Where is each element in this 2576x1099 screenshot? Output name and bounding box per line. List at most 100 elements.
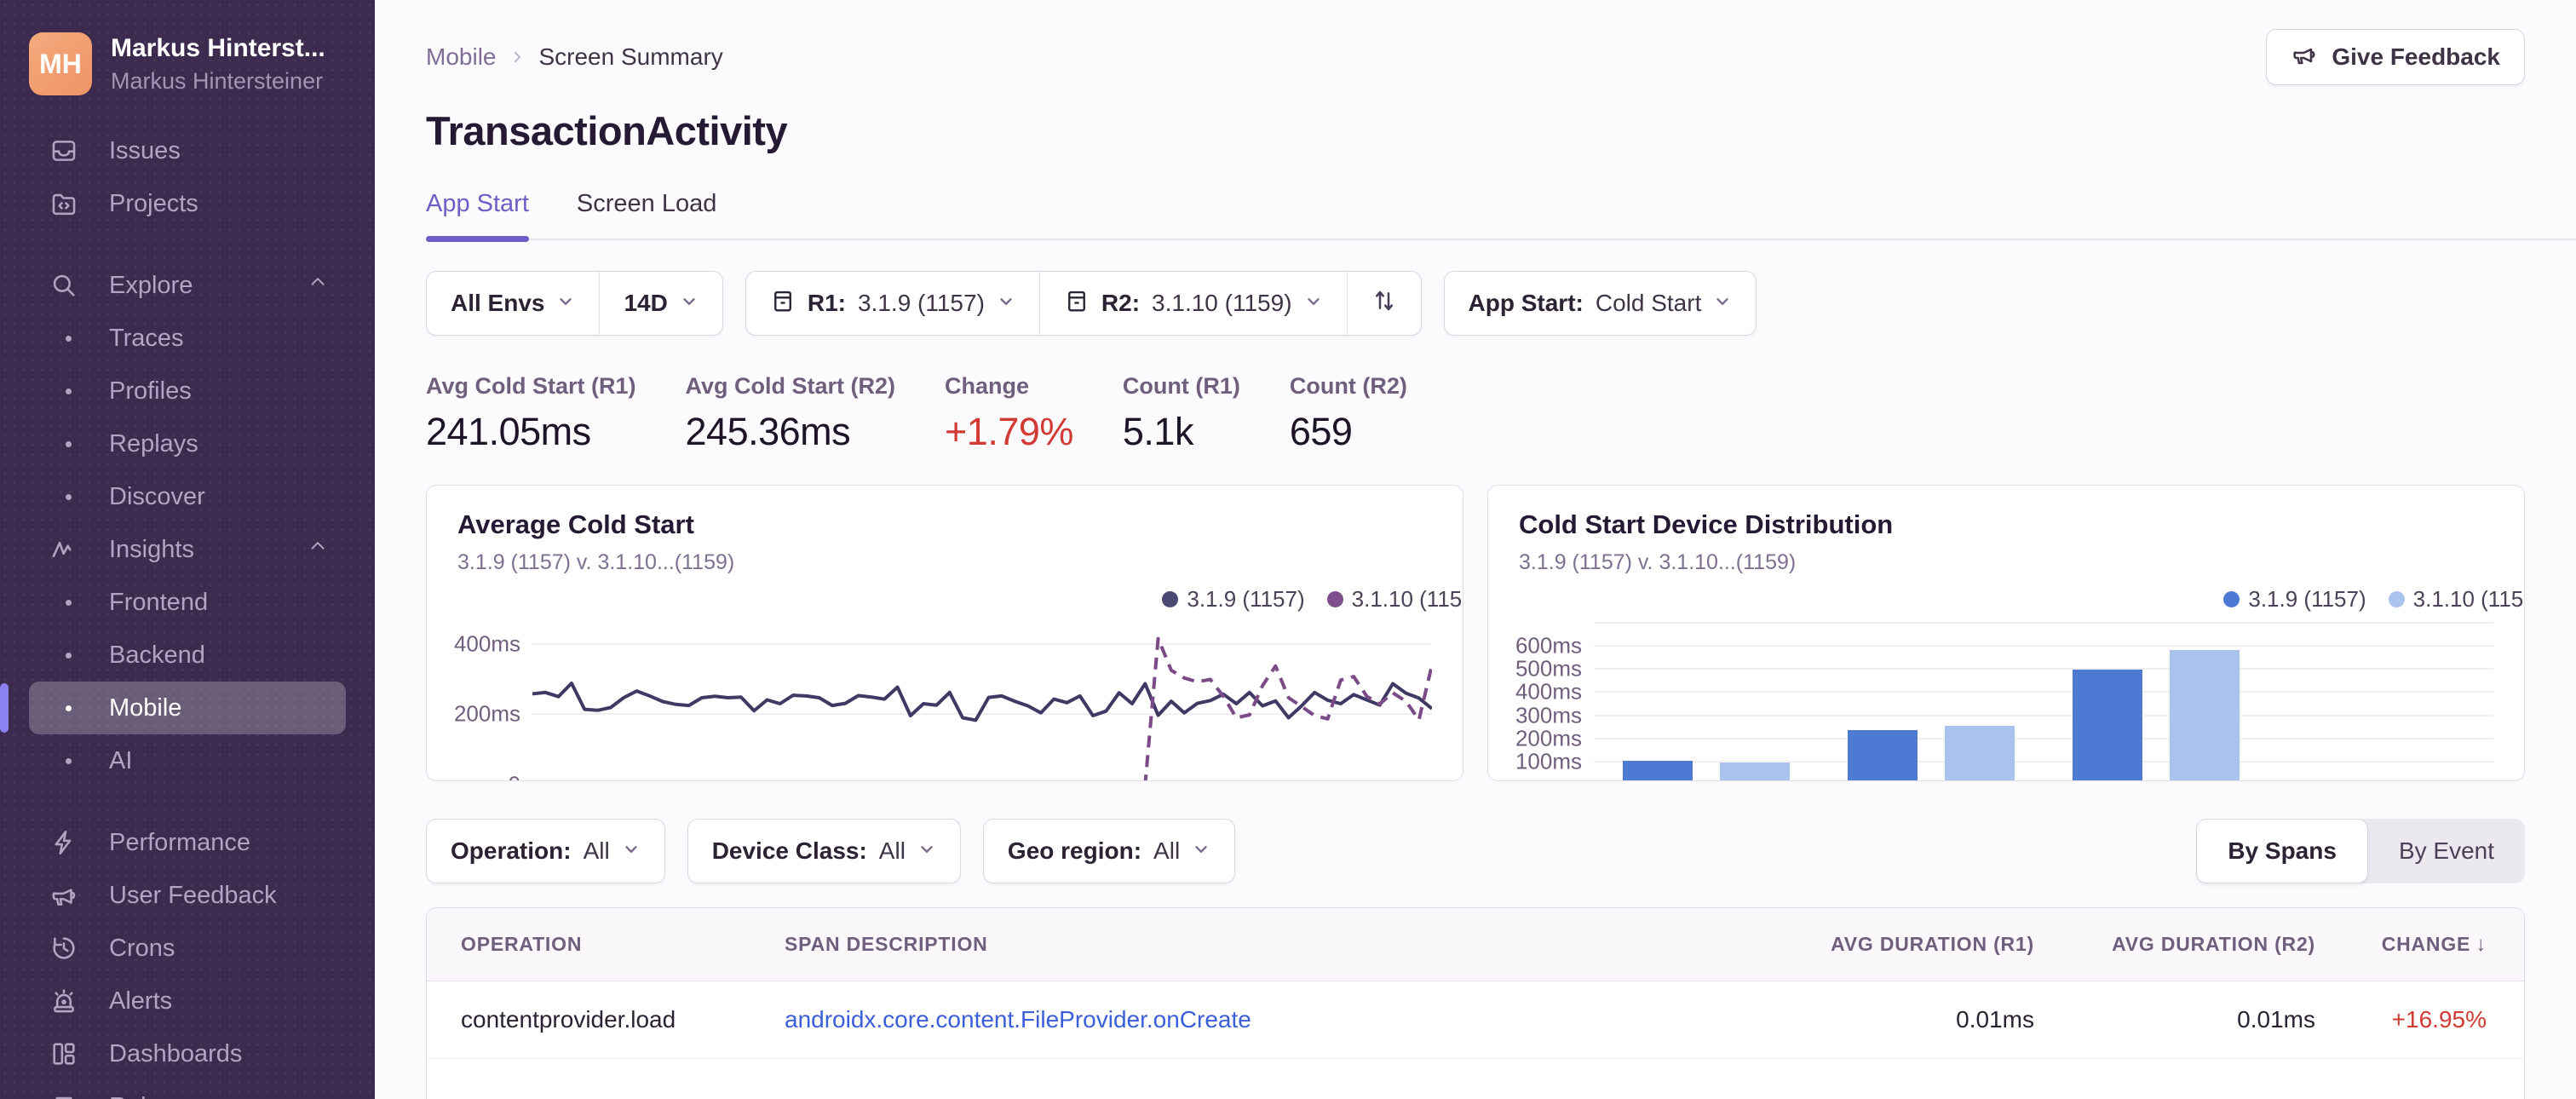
operation-cell: contentprovider.load bbox=[461, 1006, 676, 1033]
sidebar-item-discover[interactable]: Discover bbox=[29, 470, 346, 523]
projects-icon bbox=[49, 189, 87, 218]
tab-app-start[interactable]: App Start bbox=[426, 190, 529, 242]
device-class-filter[interactable]: Device Class: All bbox=[688, 820, 960, 883]
user-menu[interactable]: MH Markus Hinterst... Markus Hinterstein… bbox=[0, 32, 375, 124]
bullet-icon bbox=[49, 388, 87, 394]
bullet-icon bbox=[49, 440, 87, 447]
operation-filter[interactable]: Operation: All bbox=[427, 820, 664, 883]
sidebar-item-issues[interactable]: Issues bbox=[29, 124, 346, 177]
chevron-down-icon bbox=[622, 837, 641, 865]
insights-icon bbox=[49, 535, 87, 564]
sidebar-nav: Issues Projects Explore Traces Profiles Repla… bbox=[0, 124, 375, 1099]
chart-title: Cold Start Device Distribution bbox=[1519, 509, 1894, 539]
sidebar-item-crons[interactable]: Crons bbox=[29, 922, 346, 975]
swap-arrows-icon bbox=[1371, 288, 1397, 319]
toggle-by-spans[interactable]: By Spans bbox=[2196, 819, 2368, 883]
toggle-by-event[interactable]: By Event bbox=[2368, 819, 2525, 883]
bar-medium-r1[interactable] bbox=[1848, 729, 1918, 780]
dashboards-icon bbox=[49, 1039, 87, 1068]
megaphone-icon bbox=[49, 881, 87, 910]
chevron-up-icon bbox=[307, 535, 329, 564]
spans-event-toggle: By Spans By Event bbox=[2196, 819, 2525, 883]
avatar: MH bbox=[29, 32, 92, 95]
chevron-down-icon bbox=[1192, 837, 1210, 865]
sidebar-item-backend[interactable]: Backend bbox=[29, 629, 346, 682]
give-feedback-button[interactable]: Give Feedback bbox=[2266, 29, 2525, 85]
sidebar-item-profiles[interactable]: Profiles bbox=[29, 365, 346, 417]
legend-item[interactable]: 3.1.10 (1159 bbox=[2388, 586, 2524, 613]
column-header-span-description[interactable]: SPAN DESCRIPTION bbox=[750, 933, 1753, 956]
line-chart: 400ms200ms0Jan 2 11:00 PMJan 6 11:00 PMJ… bbox=[454, 623, 1432, 780]
span-description-link[interactable]: androidx.core.content.FileProvider.onCre… bbox=[785, 1006, 1251, 1033]
plot-area bbox=[532, 623, 1432, 780]
y-axis-labels: 600ms 500ms 400ms 300ms 200ms 100ms bbox=[1515, 632, 1582, 774]
sidebar-item-dashboards[interactable]: Dashboards bbox=[29, 1027, 346, 1080]
filter-bar: All Envs 14D R1: 3.1.9 (1157) R2: 3.1.10 (… bbox=[426, 271, 2525, 336]
legend-dot bbox=[1162, 591, 1179, 607]
bar-medium-r2[interactable] bbox=[1945, 725, 2015, 780]
chart-title: Average Cold Start bbox=[457, 509, 694, 539]
bar-low-r1[interactable] bbox=[2073, 669, 2142, 780]
column-header-operation[interactable]: OPERATION bbox=[427, 933, 750, 956]
releases-icon bbox=[49, 1092, 87, 1099]
device-distribution-chart-card: Cold Start Device Distribution 3.1.9 (11… bbox=[1487, 485, 2525, 781]
release-1-filter[interactable]: R1: 3.1.9 (1157) bbox=[746, 272, 1039, 335]
environment-filter[interactable]: All Envs bbox=[427, 272, 599, 335]
sidebar-item-performance[interactable]: Performance bbox=[29, 816, 346, 869]
column-header-avg-duration-r2-[interactable]: AVG DURATION (R2) bbox=[2034, 933, 2315, 956]
breadcrumb-mobile[interactable]: Mobile bbox=[426, 43, 496, 71]
date-range-filter[interactable]: 14D bbox=[599, 272, 722, 335]
change-cell: +16.95% bbox=[2391, 1006, 2487, 1033]
sidebar-item-mobile[interactable]: Mobile bbox=[0, 682, 346, 734]
legend-item[interactable]: 3.1.9 (1157) bbox=[1162, 586, 1305, 613]
column-header-change[interactable]: CHANGE ↓ bbox=[2315, 933, 2524, 957]
active-indicator bbox=[0, 683, 9, 733]
bullet-icon bbox=[49, 599, 87, 606]
bullet-icon bbox=[49, 335, 87, 342]
app-start-type-filter[interactable]: App Start: Cold Start bbox=[1445, 272, 1757, 335]
breadcrumb-screen-summary: Screen Summary bbox=[538, 43, 723, 70]
sidebar-item-ai[interactable]: AI bbox=[29, 734, 346, 787]
chart-legend: 3.1.9 (1157) 3.1.10 (1159 bbox=[2223, 586, 2524, 613]
swap-releases-button[interactable] bbox=[1346, 272, 1421, 335]
sidebar-item-user-feedback[interactable]: User Feedback bbox=[29, 869, 346, 922]
line-series bbox=[532, 636, 1432, 780]
user-org: Markus Hintersteiner bbox=[111, 67, 324, 94]
bullet-icon bbox=[49, 493, 87, 500]
main-content: Mobile Screen Summary Give Feedback Tran… bbox=[375, 0, 2576, 1099]
chevron-up-icon bbox=[307, 271, 329, 300]
column-header-avg-duration-r1-[interactable]: AVG DURATION (R1) bbox=[1753, 933, 2034, 956]
sidebar-item-traces[interactable]: Traces bbox=[29, 312, 346, 365]
sidebar-item-alerts[interactable]: Alerts bbox=[29, 975, 346, 1027]
plot-area bbox=[1594, 622, 2493, 780]
tabs: App Start Screen Load bbox=[426, 190, 2576, 242]
release-icon bbox=[770, 288, 796, 319]
bullet-icon bbox=[49, 705, 87, 711]
legend-item[interactable]: 3.1.9 (1157) bbox=[2223, 586, 2366, 613]
bar-chart: 600ms500ms400ms300ms200ms100mshighmedium… bbox=[1515, 622, 2493, 780]
release-2-filter[interactable]: R2: 3.1.10 (1159) bbox=[1038, 272, 1347, 335]
avg-duration-r1-cell: 0.01ms bbox=[1956, 1006, 2034, 1033]
bar-high-r1[interactable] bbox=[1623, 761, 1693, 780]
page-title: TransactionActivity bbox=[426, 108, 788, 153]
legend-item[interactable]: 3.1.10 (1159 bbox=[1326, 586, 1463, 613]
sidebar-item-projects[interactable]: Projects bbox=[29, 177, 346, 230]
sidebar-item-frontend[interactable]: Frontend bbox=[29, 576, 346, 629]
alerts-icon bbox=[49, 987, 87, 1016]
release-icon bbox=[1064, 288, 1090, 319]
bar-low-r2[interactable] bbox=[2170, 649, 2240, 780]
table-header-row: OPERATION SPAN DESCRIPTION AVG DURATION (R… bbox=[427, 908, 2524, 981]
bar-high-r2[interactable] bbox=[1720, 762, 1790, 780]
sidebar: MH Markus Hinterst... Markus Hinterstein… bbox=[0, 0, 375, 1099]
table-filter-bar: Operation: All Device Class: All Geo regio… bbox=[426, 819, 2525, 883]
sidebar-item-insights[interactable]: Insights bbox=[29, 523, 346, 576]
sidebar-item-releases[interactable]: Releases bbox=[29, 1080, 346, 1099]
chevron-right-icon bbox=[509, 43, 525, 71]
legend-dot bbox=[1326, 591, 1343, 607]
geo-region-filter[interactable]: Geo region: All bbox=[984, 820, 1234, 883]
sidebar-item-explore[interactable]: Explore bbox=[29, 259, 346, 312]
sidebar-item-replays[interactable]: Replays bbox=[29, 417, 346, 470]
tab-screen-load[interactable]: Screen Load bbox=[577, 190, 716, 239]
breadcrumb: Mobile Screen Summary bbox=[426, 43, 723, 71]
stat-avg-cold-start-r1-: Avg Cold Start (R1) 241.05ms bbox=[426, 373, 636, 453]
